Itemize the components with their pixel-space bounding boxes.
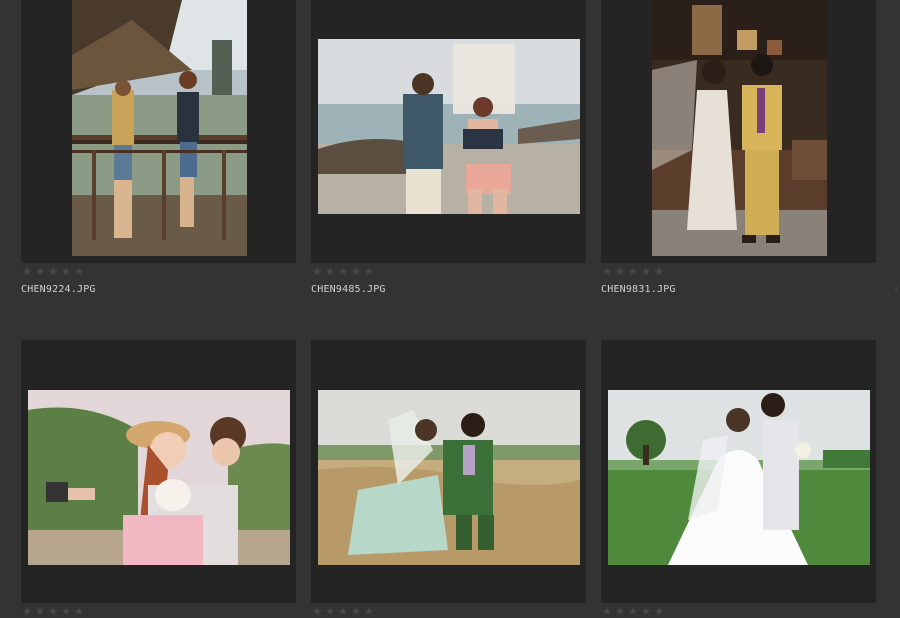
star-icon[interactable]: ★ (21, 266, 33, 278)
grid-cell-1[interactable]: ★ ★ ★ ★ ★ CHEN9224.JPG (21, 0, 296, 295)
star-rating[interactable]: ★ ★ ★ ★ ★ (21, 606, 85, 618)
photo-thumbnail[interactable] (318, 39, 580, 214)
star-icon[interactable]: ★ (653, 606, 665, 618)
star-icon[interactable]: ★ (363, 606, 375, 618)
star-icon[interactable]: ★ (350, 266, 362, 278)
grid-cell-5[interactable]: ★ ★ ★ ★ ★ (311, 340, 586, 618)
grid-cell-2[interactable]: ★ ★ ★ ★ ★ CHEN9485.JPG (311, 0, 586, 295)
star-rating[interactable]: ★ ★ ★ ★ ★ (21, 266, 85, 278)
thumbnail-filename: CHEN9224.JPG (21, 284, 96, 295)
star-rating[interactable]: ★ ★ ★ ★ ★ (601, 606, 665, 618)
star-icon[interactable]: ★ (627, 606, 639, 618)
star-icon[interactable]: ★ (614, 606, 626, 618)
thumbnail-filename: CHEN9485.JPG (311, 284, 386, 295)
photo-thumbnail[interactable] (318, 390, 580, 565)
star-icon[interactable]: ★ (73, 606, 85, 618)
star-icon[interactable]: ★ (47, 606, 59, 618)
photo-thumbnail[interactable] (608, 390, 870, 565)
thumbnail-filename: CHEN9831.JPG (601, 284, 676, 295)
thumbnail-frame[interactable] (21, 340, 296, 603)
photo-thumbnail[interactable] (652, 0, 827, 256)
grid-cell-3[interactable]: ★ ★ ★ ★ ★ CHEN9831.JPG (601, 0, 876, 295)
scrollbar-thumb[interactable] (895, 286, 898, 292)
star-icon[interactable]: ★ (47, 266, 59, 278)
star-icon[interactable]: ★ (350, 606, 362, 618)
photo-thumbnail[interactable] (28, 390, 290, 565)
star-rating[interactable]: ★ ★ ★ ★ ★ (601, 266, 665, 278)
star-rating[interactable]: ★ ★ ★ ★ ★ (311, 266, 375, 278)
thumbnail-frame[interactable] (601, 0, 876, 263)
star-icon[interactable]: ★ (311, 606, 323, 618)
grid-cell-6[interactable]: ★ ★ ★ ★ ★ (601, 340, 876, 618)
photo-thumbnail[interactable] (72, 0, 247, 256)
star-icon[interactable]: ★ (653, 266, 665, 278)
star-icon[interactable]: ★ (614, 266, 626, 278)
star-icon[interactable]: ★ (601, 266, 613, 278)
star-icon[interactable]: ★ (60, 606, 72, 618)
thumbnail-frame[interactable] (311, 340, 586, 603)
star-icon[interactable]: ★ (324, 266, 336, 278)
star-icon[interactable]: ★ (324, 606, 336, 618)
thumbnail-frame[interactable] (21, 0, 296, 263)
star-icon[interactable]: ★ (337, 606, 349, 618)
star-icon[interactable]: ★ (627, 266, 639, 278)
star-icon[interactable]: ★ (640, 606, 652, 618)
grid-cell-4[interactable]: ★ ★ ★ ★ ★ (21, 340, 296, 618)
thumbnail-frame[interactable] (311, 0, 586, 263)
star-icon[interactable]: ★ (34, 266, 46, 278)
star-icon[interactable]: ★ (337, 266, 349, 278)
star-icon[interactable]: ★ (21, 606, 33, 618)
star-icon[interactable]: ★ (73, 266, 85, 278)
star-icon[interactable]: ★ (601, 606, 613, 618)
star-rating[interactable]: ★ ★ ★ ★ ★ (311, 606, 375, 618)
star-icon[interactable]: ★ (311, 266, 323, 278)
thumbnail-frame[interactable] (601, 340, 876, 603)
star-icon[interactable]: ★ (34, 606, 46, 618)
star-icon[interactable]: ★ (363, 266, 375, 278)
star-icon[interactable]: ★ (640, 266, 652, 278)
star-icon[interactable]: ★ (60, 266, 72, 278)
